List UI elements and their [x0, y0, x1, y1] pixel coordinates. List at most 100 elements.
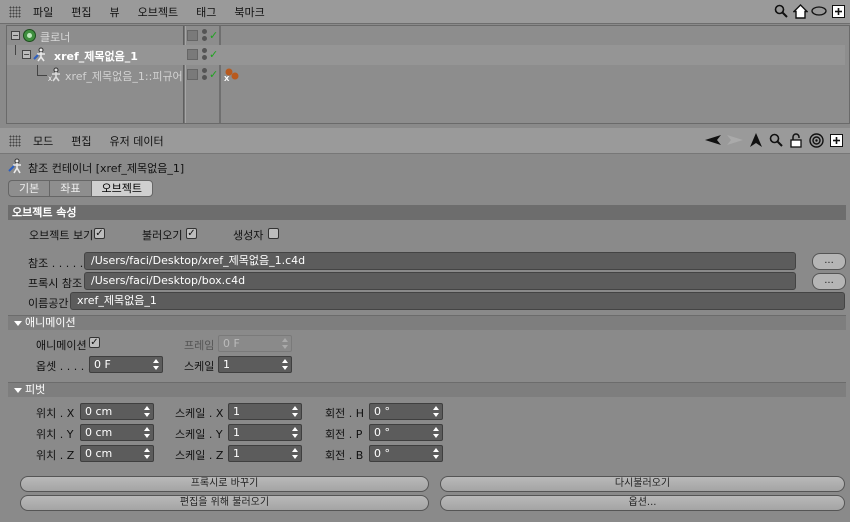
- tab-basic[interactable]: 기본: [8, 180, 50, 197]
- drag-grip-icon[interactable]: [9, 134, 21, 147]
- spin-arrows-icon[interactable]: [433, 426, 440, 439]
- menu-mode[interactable]: 모드: [33, 133, 53, 149]
- reference-label: 참조 . . . . .: [28, 257, 84, 270]
- load-for-edit-button[interactable]: 편집을 위해 불러오기: [20, 495, 429, 511]
- lock-icon[interactable]: [788, 132, 804, 148]
- target-icon[interactable]: [808, 132, 824, 148]
- enabled-check-icon[interactable]: ✓: [209, 68, 218, 81]
- spin-arrows-icon[interactable]: [292, 405, 299, 418]
- visibility-dots-icon[interactable]: [202, 48, 208, 62]
- pivot-group-header[interactable]: 피벗: [8, 382, 846, 397]
- object-row-cloner[interactable]: − 클로너 ✓: [7, 26, 845, 46]
- scale-x-label: 스케일 . X: [175, 407, 224, 420]
- object-manager-menubar: 파일 편집 뷰 오브젝트 태그 북마크: [0, 0, 850, 24]
- collapse-toggle[interactable]: −: [22, 50, 31, 59]
- scale-y-field[interactable]: 1: [228, 424, 302, 441]
- reload-button[interactable]: 다시불러오기: [440, 476, 845, 492]
- object-manager-panel: − 클로너 ✓ − xref_제목없음_1 ✓ X xref_제목없음_1::피…: [6, 25, 850, 124]
- tab-coord[interactable]: 좌표: [49, 180, 91, 197]
- scale-y-label: 스케일 . Y: [175, 428, 223, 441]
- pos-z-field[interactable]: 0 cm: [80, 445, 154, 462]
- spin-arrows-icon[interactable]: [144, 405, 151, 418]
- object-row-figure[interactable]: X xref_제목없음_1::피규어 ✓ X: [7, 65, 845, 85]
- layer-color-box[interactable]: [187, 69, 198, 80]
- offset-field[interactable]: 0 F: [89, 356, 163, 373]
- proxy-browse-button[interactable]: ...: [812, 273, 846, 290]
- layer-color-box[interactable]: [187, 30, 198, 41]
- rot-p-label: 회전 . P: [325, 428, 363, 441]
- menu-object[interactable]: 오브젝트: [138, 4, 178, 20]
- enabled-check-icon[interactable]: ✓: [209, 29, 218, 42]
- back-arrow-icon[interactable]: [704, 132, 722, 148]
- reference-path-field[interactable]: /Users/faci/Desktop/xref_제목없음_1.c4d: [84, 252, 796, 270]
- menu-tag[interactable]: 태그: [196, 4, 216, 20]
- object-row-xref[interactable]: − xref_제목없음_1 ✓: [7, 45, 845, 65]
- options-button[interactable]: 옵션...: [440, 495, 845, 511]
- rot-h-field[interactable]: 0 °: [369, 403, 443, 420]
- scale-field[interactable]: 1: [218, 356, 292, 373]
- menu-bookmark[interactable]: 북마크: [234, 4, 264, 20]
- spin-arrows-icon[interactable]: [153, 358, 160, 371]
- menu-edit[interactable]: 편집: [71, 133, 91, 149]
- xref-tag-icon[interactable]: X: [223, 66, 239, 83]
- rot-b-value: 0 °: [374, 447, 390, 460]
- object-name: xref_제목없음_1: [54, 50, 138, 63]
- animation-checkbox[interactable]: ✓: [89, 337, 100, 348]
- xref-icon: [33, 47, 48, 62]
- rot-b-field[interactable]: 0 °: [369, 445, 443, 462]
- enabled-check-icon[interactable]: ✓: [209, 48, 218, 61]
- svg-text:X: X: [48, 76, 52, 82]
- spin-arrows-icon[interactable]: [144, 426, 151, 439]
- generator-checkbox[interactable]: [268, 228, 279, 239]
- object-name: xref_제목없음_1::피규어: [65, 70, 183, 83]
- forward-arrow-icon[interactable]: [726, 132, 744, 148]
- rot-h-label: 회전 . H: [325, 407, 365, 420]
- new-window-icon[interactable]: [830, 3, 846, 19]
- pos-x-field[interactable]: 0 cm: [80, 403, 154, 420]
- animation-group-header[interactable]: 애니메이션: [8, 315, 846, 330]
- collapse-toggle[interactable]: −: [11, 31, 20, 40]
- scale-z-label: 스케일 . Z: [175, 449, 224, 462]
- visibility-dots-icon[interactable]: [202, 68, 208, 82]
- scale-x-field[interactable]: 1: [228, 403, 302, 420]
- rot-b-label: 회전 . B: [325, 449, 364, 462]
- scale-z-field[interactable]: 1: [228, 445, 302, 462]
- convert-to-proxy-button[interactable]: 프록시로 바꾸기: [20, 476, 429, 492]
- menu-file[interactable]: 파일: [33, 4, 53, 20]
- spin-arrows-icon[interactable]: [282, 358, 289, 371]
- visibility-dots-icon[interactable]: [202, 29, 208, 43]
- spin-arrows-icon[interactable]: [292, 447, 299, 460]
- svg-text:X: X: [224, 75, 230, 83]
- reference-browse-button[interactable]: ...: [812, 253, 846, 270]
- home-icon[interactable]: [792, 3, 808, 19]
- menu-user-data[interactable]: 유저 데이터: [110, 133, 164, 149]
- rot-p-field[interactable]: 0 °: [369, 424, 443, 441]
- drag-grip-icon[interactable]: [9, 5, 21, 18]
- spin-arrows-icon[interactable]: [433, 405, 440, 418]
- eye-icon[interactable]: [811, 3, 827, 19]
- page-title: 참조 컨테이너 [xref_제목없음_1]: [28, 161, 185, 175]
- attribute-tools: [704, 132, 844, 148]
- menu-edit[interactable]: 편집: [71, 4, 91, 20]
- xref-icon: [8, 158, 24, 177]
- new-window-icon[interactable]: [828, 132, 844, 148]
- spin-arrows-icon[interactable]: [292, 426, 299, 439]
- reload-checkbox[interactable]: ✓: [186, 228, 197, 239]
- menu-view[interactable]: 뷰: [110, 4, 120, 20]
- animation-label: 애니메이션: [36, 339, 87, 352]
- proxy-reference-label: 프록시 참조: [28, 277, 83, 290]
- tab-object[interactable]: 오브젝트: [90, 180, 153, 197]
- search-icon[interactable]: [773, 3, 789, 19]
- up-arrow-icon[interactable]: [748, 132, 764, 148]
- spin-arrows-icon: [282, 337, 289, 350]
- pos-y-field[interactable]: 0 cm: [80, 424, 154, 441]
- generator-label: 생성자: [233, 229, 264, 242]
- show-object-checkbox[interactable]: ✓: [94, 228, 105, 239]
- spin-arrows-icon[interactable]: [144, 447, 151, 460]
- spin-arrows-icon[interactable]: [433, 447, 440, 460]
- pos-x-value: 0 cm: [85, 405, 113, 418]
- search-icon[interactable]: [768, 132, 784, 148]
- layer-color-box[interactable]: [187, 49, 198, 60]
- proxy-path-field[interactable]: /Users/faci/Desktop/box.c4d: [84, 272, 796, 290]
- namespace-field[interactable]: xref_제목없음_1: [70, 292, 845, 310]
